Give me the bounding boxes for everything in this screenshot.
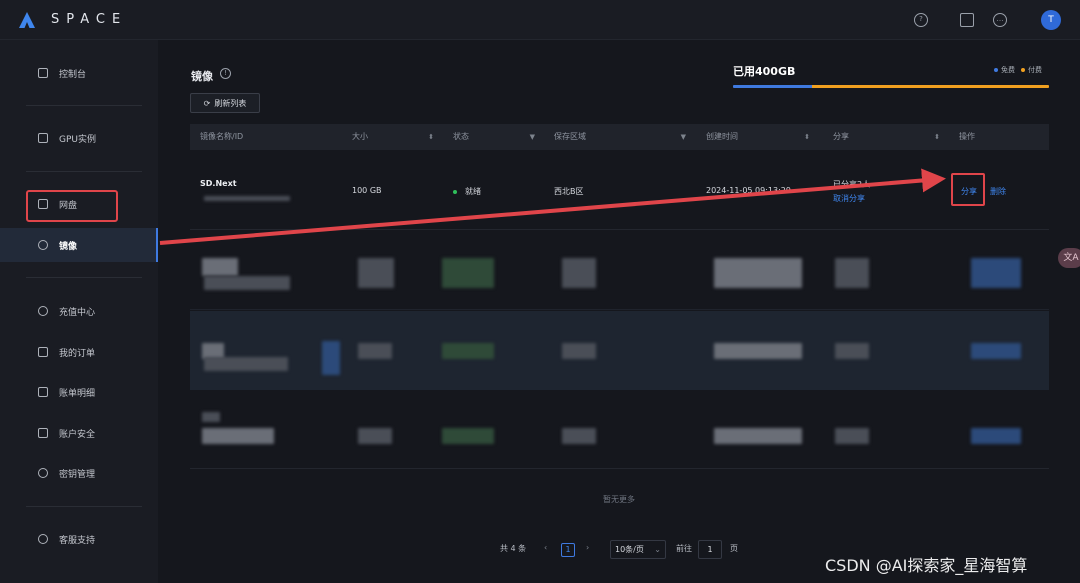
storage-paid-segment [812,85,1049,88]
top-bar: SPACE ? … T [0,0,1080,40]
image-size: 100 GB [352,186,382,195]
goto-label: 前往 [676,544,692,553]
image-status: 就绪 [453,186,481,197]
sidebar: 控制台 GPU实例 网盘 镜像 充值中心 我的订单 账单明细 账户安全 密钥管理… [0,40,158,583]
prev-page-icon[interactable]: ‹ [544,543,547,552]
sidebar-item-label: 镜像 [59,241,78,252]
chevron-down-icon: ⌄ [654,545,661,554]
sidebar-item-label: GPU实例 [59,134,96,145]
order-icon [38,347,48,357]
gpu-icon [38,133,48,143]
shield-icon [38,428,48,438]
no-more-text: 暂无更多 [603,495,635,504]
chat-icon[interactable]: … [993,13,1007,27]
column-region[interactable]: 保存区域 ▼ [554,124,686,150]
image-created-time: 2024-11-05 09:13:29 [706,186,791,195]
page-size-value: 10条/页 [615,545,644,554]
sidebar-item-label: 密钥管理 [59,469,96,480]
sidebar-item-label: 我的订单 [59,348,96,359]
wallet-icon [38,306,48,316]
support-icon [38,534,48,544]
table-row-redacted [190,311,1049,390]
refresh-button[interactable]: ⟳ 刷新列表 [190,93,260,113]
watermark: CSDN @AI探索家_星海智算 [825,556,1028,575]
brand-name: SPACE [51,12,128,27]
key-icon [38,468,48,478]
column-status[interactable]: 状态 ▼ [453,124,535,150]
sidebar-item-keys[interactable]: 密钥管理 [0,456,158,490]
row-divider [190,468,1049,469]
status-ready-dot [453,189,457,194]
sidebar-divider [26,506,142,507]
table-row-redacted [190,234,1049,312]
image-name: SD.Next [200,179,237,188]
sidebar-highlight-annotation [26,190,118,222]
column-actions: 操作 [959,132,975,141]
goto-page-input[interactable]: 1 [698,540,722,559]
sidebar-item-label: 充值中心 [59,307,96,318]
legend-free: 免费 [994,65,1015,75]
pagination-total: 共 4 条 [500,544,527,553]
home-icon [38,68,48,78]
sidebar-item-label: 账户安全 [59,429,96,440]
filter-icon: ▼ [529,133,535,141]
sort-icon: ⬍ [934,133,940,141]
row-divider [190,309,1049,310]
page-title: 镜像 [191,70,213,83]
refresh-icon: ⟳ [203,98,211,108]
storage-legend: 免费 付费 [994,65,1042,75]
column-share[interactable]: 分享 ⬍ [833,124,940,150]
info-icon[interactable]: ! [220,68,231,79]
sidebar-item-support[interactable]: 客服支持 [0,522,158,556]
sidebar-divider [26,277,142,278]
sort-icon: ⬍ [428,133,434,141]
book-icon[interactable] [960,13,974,27]
share-count: 已分享2人 [833,180,871,189]
column-created[interactable]: 创建时间 ⬍ [706,124,810,150]
bill-icon [38,387,48,397]
next-page-icon[interactable]: › [586,543,589,552]
sidebar-item-security[interactable]: 账户安全 [0,416,158,450]
filter-icon: ▼ [680,133,686,141]
storage-free-segment [733,85,812,88]
share-highlight-annotation [951,173,985,206]
column-size[interactable]: 大小 ⬍ [352,124,434,150]
sidebar-item-label: 控制台 [59,69,87,80]
page-size-select[interactable]: 10条/页 ⌄ [610,540,666,559]
sidebar-item-orders[interactable]: 我的订单 [0,335,158,369]
refresh-button-label: 刷新列表 [214,98,247,108]
storage-used-label: 已用400GB [733,65,796,78]
legend-paid: 付费 [1021,65,1042,75]
delete-button[interactable]: 删除 [990,186,1006,197]
table-row-redacted [190,390,1049,468]
sidebar-item-images[interactable]: 镜像 [0,228,158,262]
image-region: 西北B区 [554,187,584,196]
row-divider [190,229,1049,230]
page-number-current[interactable]: 1 [561,543,575,557]
redacted-image-id [204,196,290,201]
space-logo-icon[interactable] [18,11,36,29]
sidebar-item-label: 账单明细 [59,388,96,399]
sidebar-divider [26,105,142,106]
column-name[interactable]: 镜像名称/ID [200,124,290,150]
translate-floating-button[interactable]: 文A [1058,248,1080,268]
sidebar-item-recharge[interactable]: 充值中心 [0,294,158,328]
sort-icon: ⬍ [804,133,810,141]
image-icon [38,240,48,250]
sidebar-divider [26,171,142,172]
cancel-share-link[interactable]: 取消分享 [833,193,865,204]
sidebar-item-gpu-instances[interactable]: GPU实例 [0,121,158,155]
table-header: 镜像名称/ID 大小 ⬍ 状态 ▼ 保存区域 ▼ 创建时间 ⬍ 分享 ⬍ 操作 [190,124,1049,150]
sidebar-item-console[interactable]: 控制台 [0,56,158,90]
sidebar-item-bills[interactable]: 账单明细 [0,375,158,409]
help-icon[interactable]: ? [914,13,928,27]
storage-progress-bar [733,85,1049,88]
main-content: 镜像 ! ⟳ 刷新列表 已用400GB 免费 付费 镜像名称/ID 大小 ⬍ 状态… [158,40,1080,583]
sidebar-item-label: 客服支持 [59,535,96,546]
avatar[interactable]: T [1041,10,1061,30]
page-suffix-label: 页 [730,544,738,553]
